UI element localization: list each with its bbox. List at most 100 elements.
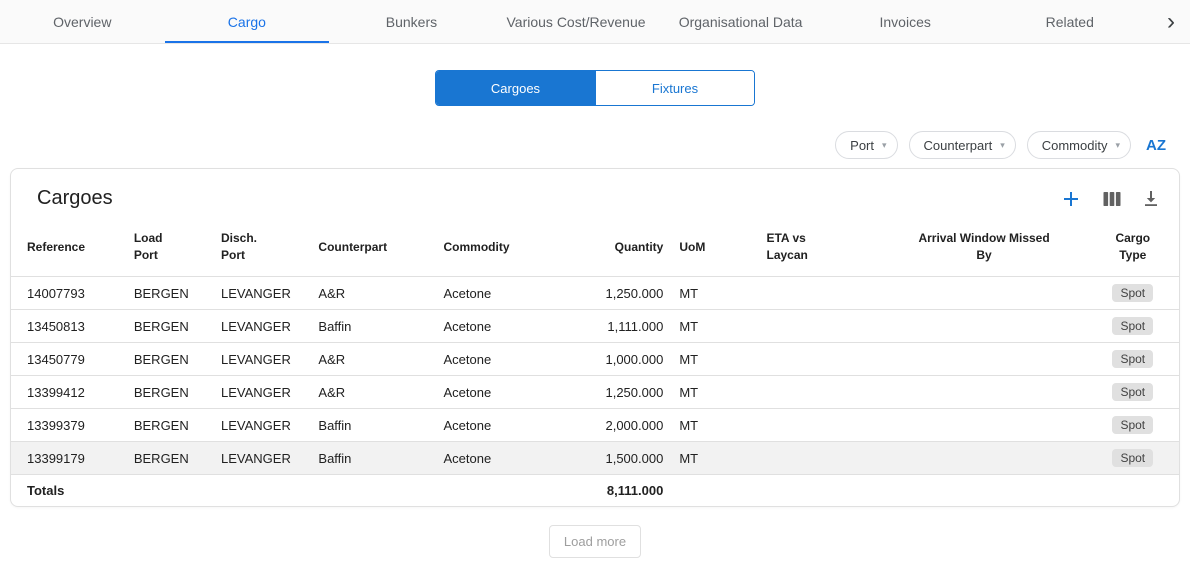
add-cargo-button[interactable] [1061,189,1081,209]
cell-uom: MT [671,409,758,442]
cell-eta-vs-laycan [758,409,881,442]
load-more-wrap: Load more [0,525,1190,558]
totals-empty-cell [1087,475,1179,507]
totals-label: Totals [11,475,126,507]
cargo-type-badge: Spot [1112,449,1153,467]
view-toggle-wrap: CargoesFixtures [0,70,1190,106]
tab-bunkers[interactable]: Bunkers [329,0,494,43]
cell-disch-port: LEVANGER [213,343,310,376]
toggle-cargoes[interactable]: Cargoes [436,71,595,105]
table-row[interactable]: 13399179BERGENLEVANGERBaffinAcetone1,500… [11,442,1179,475]
filter-chip-counterpart[interactable]: Counterpart ▾ [909,131,1016,159]
sort-alphabetical-icon[interactable]: AZ [1146,137,1166,154]
cell-cargo-type: Spot [1087,310,1179,343]
cell-eta-vs-laycan [758,343,881,376]
top-navigation: OverviewCargoBunkersVarious Cost/Revenue… [0,0,1190,44]
totals-empty-cell [310,475,435,507]
cell-disch-port: LEVANGER [213,277,310,310]
cell-quantity: 1,000.000 [574,343,671,376]
filter-chips: Port▾Counterpart▾Commodity▾ [835,131,1131,159]
chevron-down-icon: ▾ [1000,140,1005,151]
download-button[interactable] [1143,190,1159,207]
cell-load-port: BERGEN [126,277,213,310]
cell-quantity: 2,000.000 [574,409,671,442]
cell-quantity: 1,250.000 [574,376,671,409]
cell-counterpart: Baffin [310,409,435,442]
cell-counterpart: A&R [310,277,435,310]
cell-uom: MT [671,310,758,343]
tab-related[interactable]: Related [987,0,1152,43]
filter-chip-commodity[interactable]: Commodity▾ [1027,131,1131,159]
column-header-load-port: LoadPort [126,222,213,277]
chevron-right-icon[interactable]: › [1152,0,1190,43]
chevron-down-icon: ▾ [882,140,887,151]
column-header-uom: UoM [671,222,758,277]
cell-cargo-type: Spot [1087,343,1179,376]
cell-uom: MT [671,277,758,310]
cell-quantity: 1,250.000 [574,277,671,310]
column-header-commodity: Commodity [436,222,574,277]
cargo-type-badge: Spot [1112,317,1153,335]
filter-bar: Port▾Counterpart▾Commodity▾ AZ [0,130,1166,160]
totals-quantity: 8,111.000 [574,475,671,507]
cell-commodity: Acetone [436,310,574,343]
cell-eta-vs-laycan [758,442,881,475]
card-actions [1061,189,1159,209]
filter-chip-label: Counterpart [924,138,993,153]
cell-arrival-window-missed-by [882,409,1087,442]
cell-reference: 13399379 [11,409,126,442]
cell-uom: MT [671,343,758,376]
cell-quantity: 1,500.000 [574,442,671,475]
totals-empty-cell [436,475,574,507]
cell-cargo-type: Spot [1087,409,1179,442]
cell-counterpart: A&R [310,343,435,376]
cell-uom: MT [671,376,758,409]
column-header-eta-vs-laycan: ETA vsLaycan [758,222,881,277]
cargoes-card: Cargoes [10,168,1180,507]
cell-disch-port: LEVANGER [213,442,310,475]
cargo-type-badge: Spot [1112,350,1153,368]
cell-cargo-type: Spot [1087,376,1179,409]
cell-eta-vs-laycan [758,277,881,310]
tab-organisational-data[interactable]: Organisational Data [658,0,823,43]
table-row[interactable]: 13450779BERGENLEVANGERA&RAcetone1,000.00… [11,343,1179,376]
cell-reference: 13450779 [11,343,126,376]
cell-load-port: BERGEN [126,310,213,343]
cell-load-port: BERGEN [126,376,213,409]
totals-empty-cell [126,475,213,507]
totals-empty-cell [213,475,310,507]
cell-counterpart: A&R [310,376,435,409]
cargoes-table: ReferenceLoadPortDisch.PortCounterpartCo… [11,222,1179,506]
cell-reference: 13450813 [11,310,126,343]
cell-counterpart: Baffin [310,442,435,475]
cell-commodity: Acetone [436,442,574,475]
tab-overview[interactable]: Overview [0,0,165,43]
view-columns-icon [1103,191,1121,207]
cargoes-fixtures-toggle: CargoesFixtures [435,70,755,106]
column-header-counterpart: Counterpart [310,222,435,277]
chevron-down-icon: ▾ [1115,140,1120,151]
table-row[interactable]: 13399379BERGENLEVANGERBaffinAcetone2,000… [11,409,1179,442]
load-more-button[interactable]: Load more [549,525,641,558]
toggle-fixtures[interactable]: Fixtures [595,71,754,105]
cell-reference: 14007793 [11,277,126,310]
columns-button[interactable] [1103,191,1121,207]
table-row[interactable]: 13399412BERGENLEVANGERA&RAcetone1,250.00… [11,376,1179,409]
tab-various-cost-revenue[interactable]: Various Cost/Revenue [494,0,659,43]
cell-arrival-window-missed-by [882,442,1087,475]
filter-chip-port[interactable]: Port▾ [835,131,897,159]
tab-cargo[interactable]: Cargo [165,0,330,43]
table-row[interactable]: 14007793BERGENLEVANGERA&RAcetone1,250.00… [11,277,1179,310]
cell-cargo-type: Spot [1087,442,1179,475]
column-header-cargo-type: CargoType [1087,222,1179,277]
table-row[interactable]: 13450813BERGENLEVANGERBaffinAcetone1,111… [11,310,1179,343]
nav-tabs: OverviewCargoBunkersVarious Cost/Revenue… [0,0,1152,43]
tab-invoices[interactable]: Invoices [823,0,988,43]
cell-commodity: Acetone [436,277,574,310]
cell-arrival-window-missed-by [882,277,1087,310]
cell-arrival-window-missed-by [882,310,1087,343]
cell-commodity: Acetone [436,409,574,442]
cell-load-port: BERGEN [126,442,213,475]
column-header-quantity: Quantity [574,222,671,277]
cargo-type-badge: Spot [1112,284,1153,302]
